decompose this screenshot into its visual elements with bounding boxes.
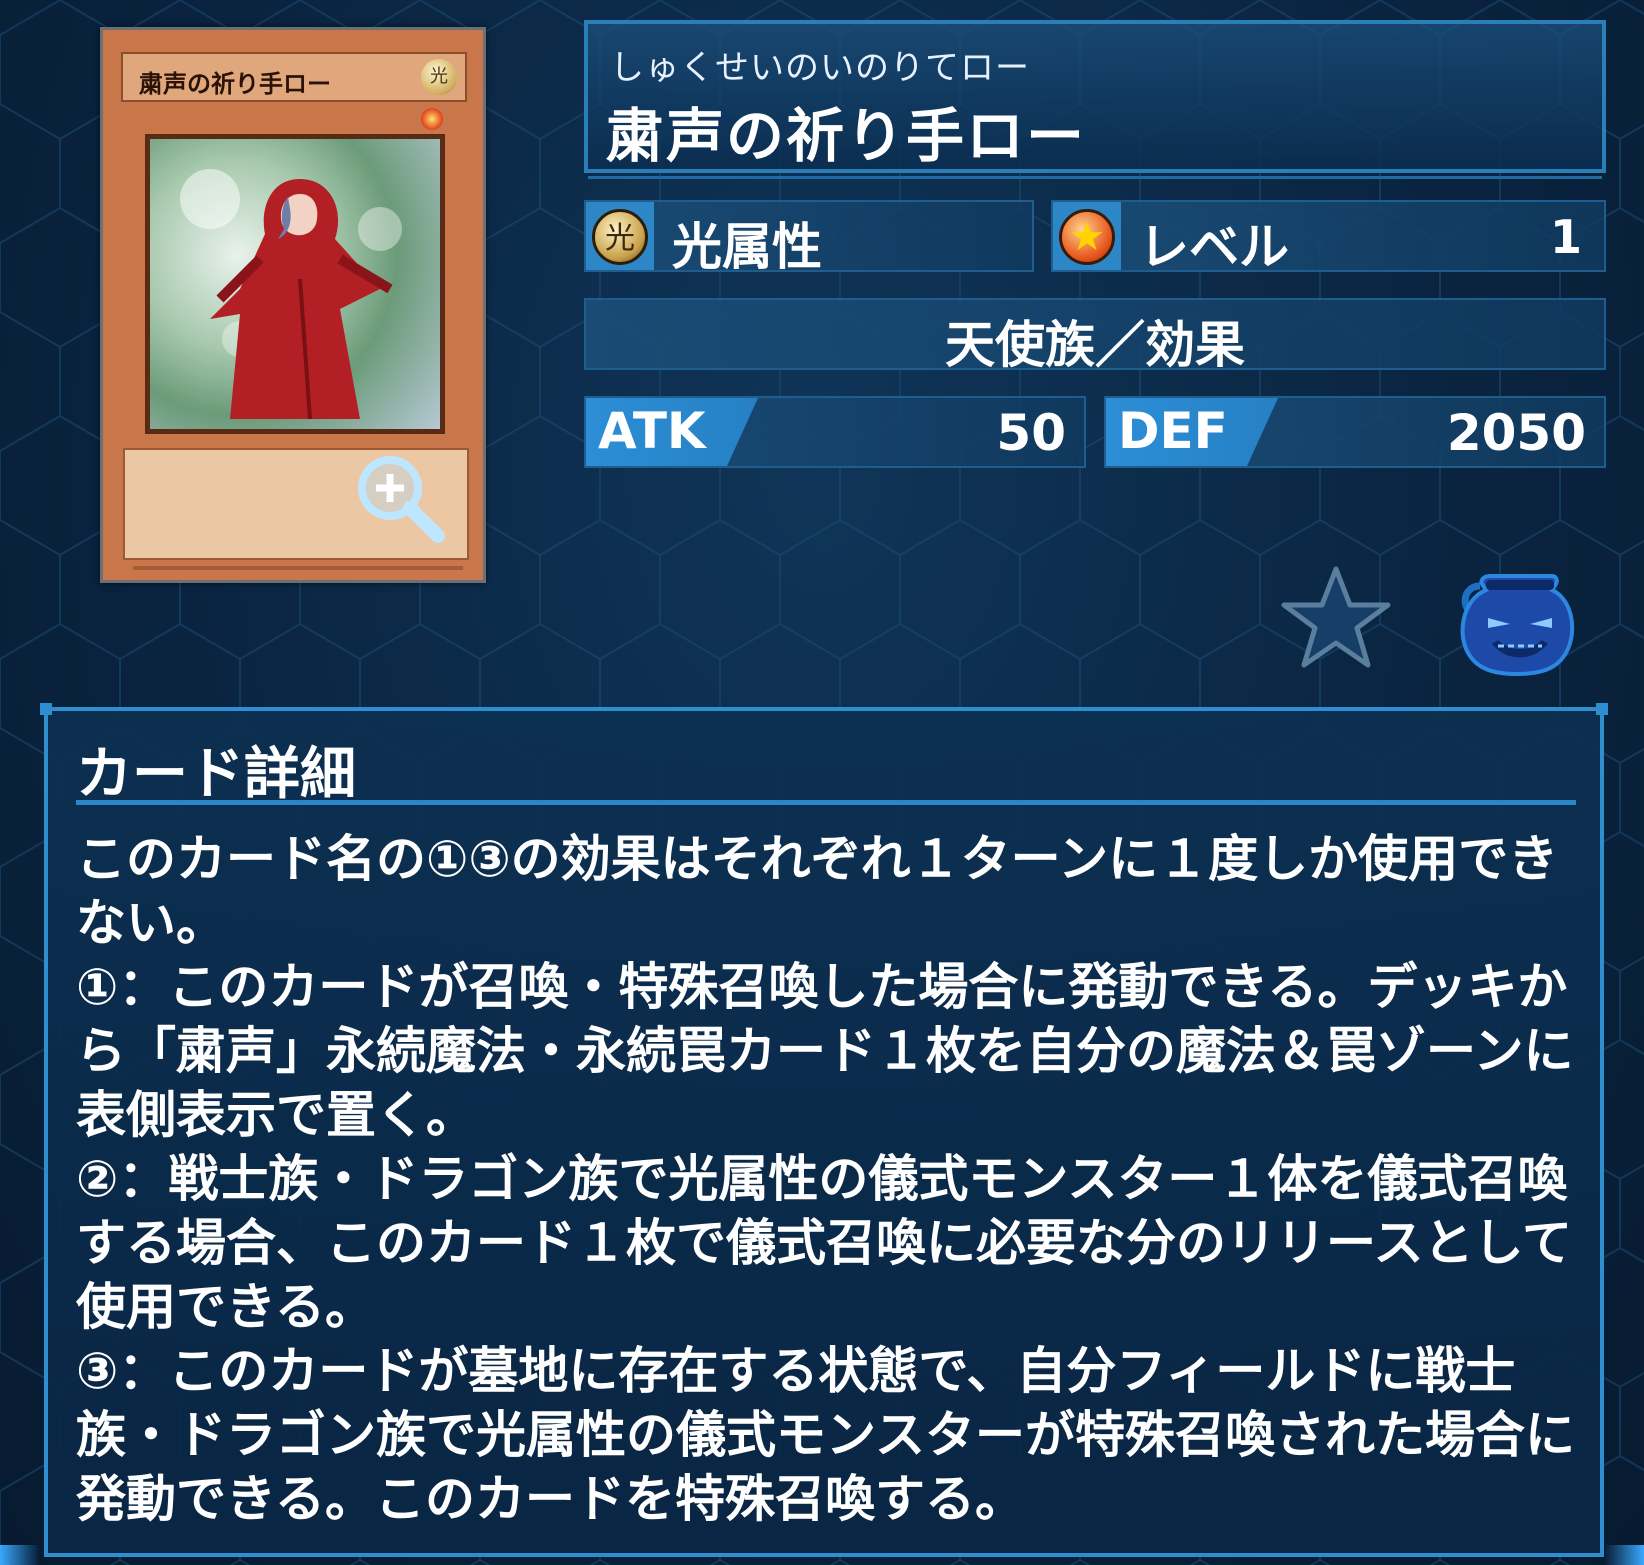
level-value: 1 (1549, 210, 1582, 264)
light-attribute-icon: 光 (592, 209, 648, 265)
card-image-attribute-icon: 光 (421, 59, 457, 95)
level-box: ★ レベル 1 (1051, 200, 1606, 276)
favorite-button[interactable] (1278, 563, 1394, 673)
def-label: DEF (1118, 402, 1228, 460)
def-value: 2050 (1446, 404, 1586, 462)
artwork-figure (180, 169, 402, 420)
pot-button[interactable] (1452, 566, 1582, 678)
card-artwork (145, 134, 445, 434)
card-detail-divider (76, 800, 1576, 805)
zoom-button[interactable] (350, 448, 450, 548)
edge-glow (1604, 1545, 1644, 1565)
atk-value: 50 (996, 404, 1066, 462)
card-detail-panel: カード詳細 このカード名の①③の効果はそれぞれ１ターンに１度しか使用できない。 … (40, 703, 1608, 1557)
panel-corner (1596, 703, 1608, 715)
zoom-in-icon (358, 456, 445, 543)
card-footer-line (133, 566, 463, 570)
card-image-name: 粛声の祈り手ロー (139, 69, 331, 98)
attribute-box: 光 光属性 (584, 200, 1034, 276)
pot-of-greed-icon (1460, 574, 1575, 677)
card-name: 粛声の祈り手ロー (606, 102, 1087, 170)
attribute-label: 光属性 (672, 218, 822, 276)
edge-glow (0, 1545, 40, 1565)
card-image-name-bar: 粛声の祈り手ロー 光 (121, 52, 467, 102)
star-icon (1281, 566, 1391, 668)
card-name-reading: しゅくせいのいのりてロー (610, 48, 1030, 88)
level-label: レベル (1139, 218, 1289, 276)
card-name-panel: しゅくせいのいのりてロー 粛声の祈り手ロー (584, 20, 1606, 179)
atk-box: ATK 50 (584, 396, 1086, 468)
card-effect-text[interactable]: このカード名の①③の効果はそれぞれ１ターンに１度しか使用できない。 ①：このカー… (76, 827, 1576, 1547)
monster-type: 天使族／効果 (945, 316, 1245, 374)
def-box: DEF 2050 (1104, 396, 1606, 468)
card-detail-title: カード詳細 (76, 742, 356, 807)
atk-label: ATK (598, 402, 706, 460)
panel-corner (40, 703, 52, 715)
level-star-icon: ★ (1059, 209, 1115, 265)
card-image-level-star-icon (421, 108, 443, 130)
type-box: 天使族／効果 (584, 298, 1606, 374)
